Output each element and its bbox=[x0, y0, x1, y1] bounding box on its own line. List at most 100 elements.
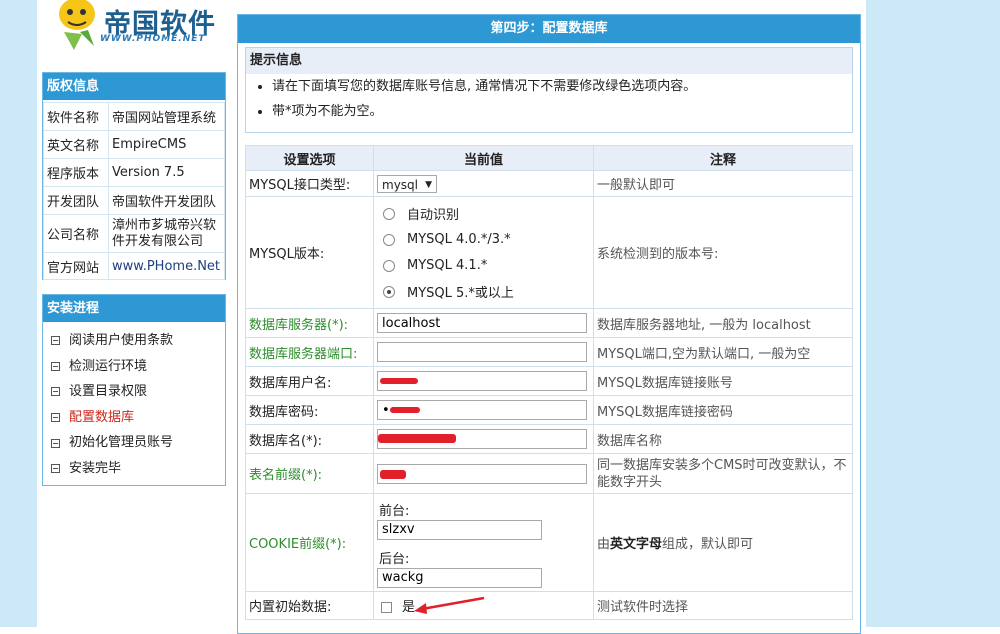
db-server-label: 数据库服务器(*): bbox=[245, 308, 374, 338]
db-name-label: 数据库名(*): bbox=[245, 424, 374, 454]
table-prefix-note: 同一数据库安装多个CMS时可改变默认，不能数字开头 bbox=[593, 453, 853, 494]
page-title: 第四步：配置数据库 bbox=[238, 15, 860, 43]
step-label: 阅读用户使用条款 bbox=[69, 333, 174, 348]
cookie-back-input[interactable] bbox=[377, 567, 542, 588]
db-port-input[interactable] bbox=[377, 342, 587, 362]
progress-steps: 阅读用户使用条款 检测运行环境 设置目录权限 配置数据库 初始化管理员账号 安装… bbox=[43, 322, 225, 482]
notice-list: 请在下面填写您的数据库账号信息, 通常情况下不需要修改绿色选项内容。 带*项为不… bbox=[246, 74, 852, 124]
radio-option-selected[interactable]: MYSQL 5.*或以上 bbox=[377, 279, 590, 305]
copy-key: 开发团队 bbox=[43, 186, 109, 215]
db-port-label: 数据库服务器端口: bbox=[245, 337, 374, 367]
radio-button[interactable] bbox=[383, 285, 395, 298]
radio-option[interactable]: MYSQL 4.1.* bbox=[377, 253, 590, 279]
progress-step: 检测运行环境 bbox=[51, 354, 225, 380]
progress-title: 安装进程 bbox=[43, 295, 225, 322]
radio-option[interactable]: MYSQL 4.0.*/3.* bbox=[377, 227, 590, 253]
collapse-icon bbox=[51, 387, 60, 397]
config-table: 设置选项 当前值 注释 MYSQL接口类型: mysql ▼ 一般默认即可 MYS… bbox=[245, 145, 853, 620]
logo-url: WWW.PHOME.NET bbox=[100, 34, 206, 44]
mysql-type-label: MYSQL接口类型: bbox=[245, 170, 374, 197]
db-user-label: 数据库用户名: bbox=[245, 366, 374, 396]
progress-step: 阅读用户使用条款 bbox=[51, 328, 225, 354]
copyright-title: 版权信息 bbox=[43, 73, 225, 100]
copy-key: 程序版本 bbox=[43, 158, 109, 187]
notice-item: 请在下面填写您的数据库账号信息, 通常情况下不需要修改绿色选项内容。 bbox=[272, 74, 852, 99]
radio-label: MYSQL 4.0.*/3.* bbox=[407, 232, 511, 247]
cookie-note: 由英文字母组成，默认即可 bbox=[593, 493, 853, 592]
right-background bbox=[866, 0, 1000, 627]
db-name-note: 数据库名称 bbox=[593, 424, 853, 454]
empire-logo: 帝国软件 WWW.PHOME.NET bbox=[48, 0, 228, 58]
radio-button[interactable] bbox=[383, 233, 395, 246]
radio-label: MYSQL 5.*或以上 bbox=[407, 286, 514, 301]
progress-step-current: 配置数据库 bbox=[51, 405, 225, 431]
copy-value: EmpireCMS bbox=[108, 130, 225, 159]
redaction-mark bbox=[380, 470, 406, 479]
redaction-mark bbox=[380, 378, 418, 384]
mysql-type-select[interactable]: mysql ▼ bbox=[377, 174, 437, 193]
collapse-icon bbox=[51, 438, 60, 448]
back-label: 后台: bbox=[379, 551, 410, 567]
collapse-icon bbox=[51, 336, 60, 346]
mysql-version-note: 系统检测到的版本号: bbox=[593, 196, 853, 309]
mysql-type-note: 一般默认即可 bbox=[593, 170, 853, 197]
db-port-note: MYSQL端口,空为默认端口, 一般为空 bbox=[593, 337, 853, 367]
db-password-label: 数据库密码: bbox=[245, 395, 374, 425]
init-data-checkbox[interactable] bbox=[381, 602, 392, 613]
note-text: 组成，默认即可 bbox=[662, 537, 754, 552]
front-label: 前台: bbox=[379, 503, 410, 519]
mysql-version-label: MYSQL版本: bbox=[245, 196, 374, 309]
copyright-table: 软件名称 帝国网站管理系统 英文名称 EmpireCMS 程序版本 Version 7… bbox=[43, 102, 225, 280]
dropdown-arrow-icon: ▼ bbox=[425, 179, 432, 190]
radio-label: MYSQL 4.1.* bbox=[407, 258, 488, 273]
copyright-panel: 版权信息 软件名称 帝国网站管理系统 英文名称 EmpireCMS 程序版本 Vers… bbox=[42, 72, 226, 280]
copy-value: 帝国软件开发团队 bbox=[108, 186, 225, 215]
progress-step: 安装完毕 bbox=[51, 456, 225, 482]
select-value: mysql bbox=[382, 177, 418, 192]
db-server-note: 数据库服务器地址, 一般为 localhost bbox=[593, 308, 853, 338]
collapse-icon bbox=[51, 464, 60, 474]
redaction-mark bbox=[390, 407, 420, 413]
radio-option[interactable]: 自动识别 bbox=[377, 201, 590, 227]
step-label: 检测运行环境 bbox=[69, 358, 148, 374]
install-progress-panel: 安装进程 阅读用户使用条款 检测运行环境 设置目录权限 配置数据库 初始化管理员… bbox=[42, 294, 226, 486]
redaction-mark bbox=[378, 434, 456, 443]
init-data-note: 测试软件时选择 bbox=[593, 591, 853, 620]
copy-value: Version 7.5 bbox=[108, 158, 225, 187]
notice-title: 提示信息 bbox=[246, 48, 852, 74]
copy-value: 帝国网站管理系统 bbox=[108, 102, 225, 131]
red-arrow-annotation bbox=[414, 596, 485, 614]
notice-item: 带*项为不能为空。 bbox=[272, 99, 852, 124]
table-prefix-input[interactable] bbox=[377, 463, 587, 484]
db-server-input[interactable] bbox=[377, 313, 587, 333]
header-note: 注释 bbox=[593, 145, 853, 171]
init-data-label: 内置初始数据: bbox=[245, 591, 374, 620]
header-value: 当前值 bbox=[373, 145, 594, 171]
note-text: 由 bbox=[597, 537, 611, 552]
mascot-icon bbox=[59, 0, 95, 50]
note-bold: 英文字母 bbox=[610, 537, 663, 552]
progress-step: 设置目录权限 bbox=[51, 379, 225, 405]
collapse-icon bbox=[51, 413, 60, 423]
cookie-prefix-label: COOKIE前缀(*): bbox=[245, 493, 374, 592]
step-label: 初始化管理员账号 bbox=[69, 435, 174, 451]
step-label: 设置目录权限 bbox=[69, 384, 148, 400]
db-password-note: MYSQL数据库链接密码 bbox=[593, 395, 853, 425]
header-option: 设置选项 bbox=[245, 145, 374, 171]
collapse-icon bbox=[51, 361, 60, 371]
copy-key: 英文名称 bbox=[43, 130, 109, 159]
radio-button[interactable] bbox=[383, 259, 395, 272]
step-label: 配置数据库 bbox=[69, 409, 135, 425]
copy-key: 官方网站 bbox=[43, 252, 109, 280]
config-database-panel: 第四步：配置数据库 提示信息 请在下面填写您的数据库账号信息, 通常情况下不需要… bbox=[237, 14, 861, 634]
radio-button[interactable] bbox=[383, 207, 395, 220]
radio-label: 自动识别 bbox=[407, 208, 460, 223]
copy-key: 软件名称 bbox=[43, 102, 109, 131]
cookie-front-input[interactable] bbox=[377, 519, 542, 540]
step-label: 安装完毕 bbox=[69, 460, 122, 476]
left-background bbox=[0, 0, 37, 627]
official-site-link[interactable]: www.PHome.Net bbox=[112, 259, 220, 274]
db-user-note: MYSQL数据库链接账号 bbox=[593, 366, 853, 396]
progress-step: 初始化管理员账号 bbox=[51, 430, 225, 456]
table-prefix-label: 表名前缀(*): bbox=[245, 453, 374, 494]
